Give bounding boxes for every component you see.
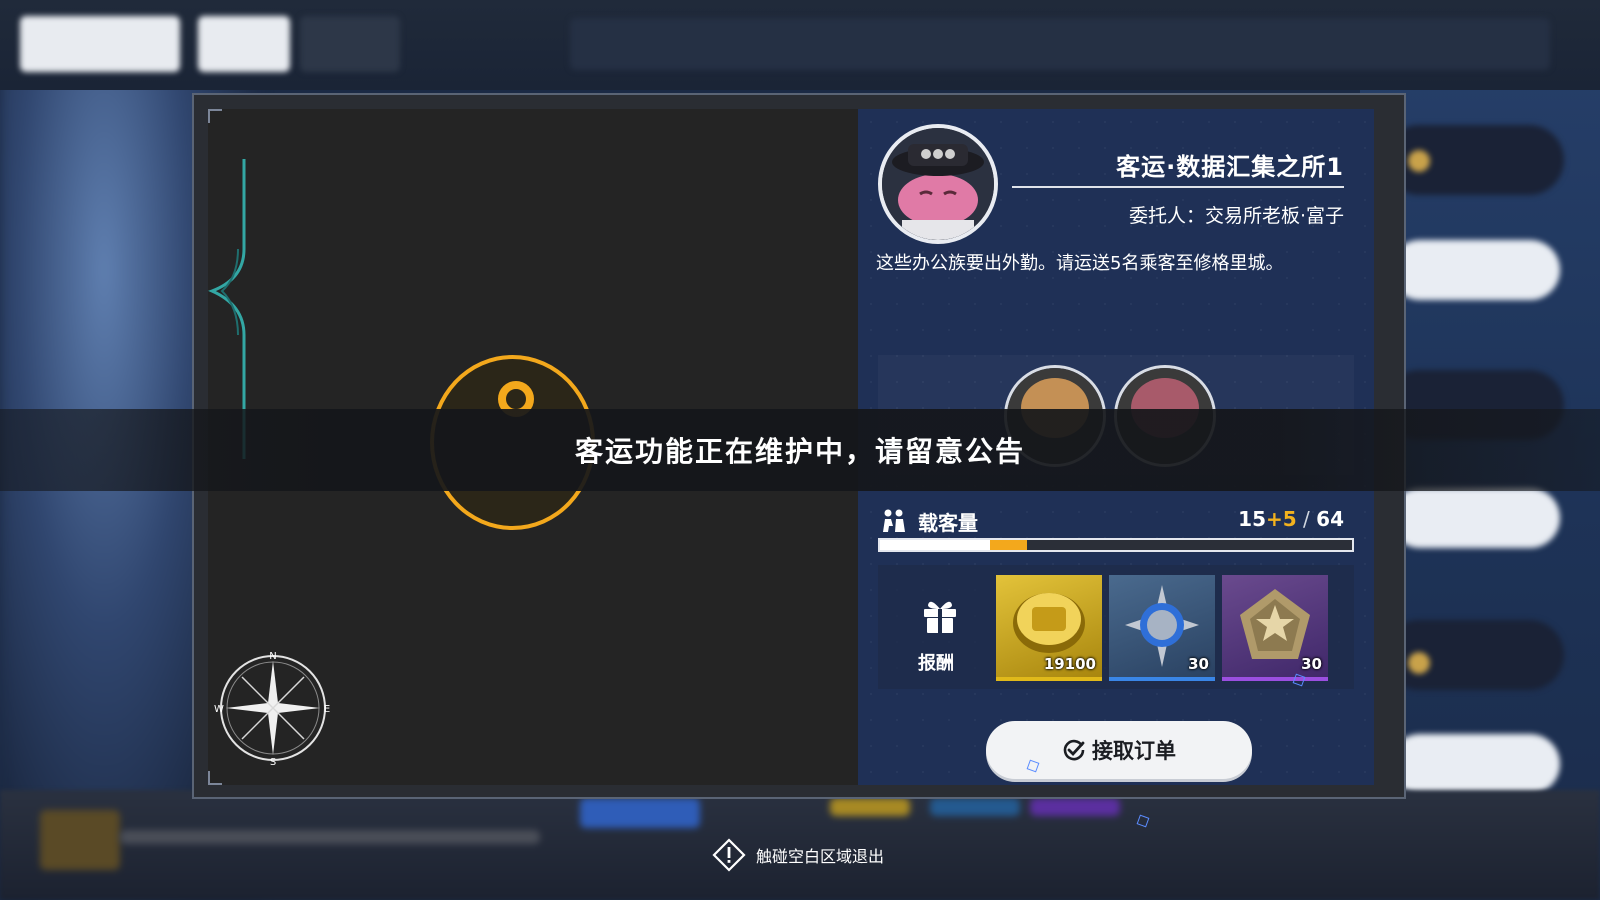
reward-count: 30 <box>1188 655 1209 673</box>
compass-west-label: W <box>214 704 224 715</box>
background-chip <box>930 798 1020 816</box>
background-tab <box>20 16 180 72</box>
reward-count: 30 <box>1301 655 1322 673</box>
compass-north-label: N <box>269 651 276 662</box>
capacity-value: 15+5 / 64 <box>1238 507 1344 531</box>
capacity-separator: / <box>1296 507 1317 531</box>
compass-south-label: S <box>270 757 276 767</box>
warning-diamond-icon <box>712 838 746 872</box>
background-chip <box>830 798 910 816</box>
accept-order-label: 接取订单 <box>1092 739 1176 763</box>
reward-item-gold[interactable]: 19100 <box>996 575 1102 681</box>
background-status-bar <box>570 18 1550 70</box>
background-chip <box>580 798 700 828</box>
capacity-extra: +5 <box>1266 507 1297 531</box>
gift-icon <box>924 601 956 633</box>
capacity-label: 载客量 <box>918 511 978 535</box>
corner-bracket <box>208 771 222 785</box>
maintenance-notice-banner: 客运功能正在维护中，请留意公告 <box>0 409 1600 491</box>
rewards-label: 报酬 <box>918 653 954 674</box>
accept-order-button[interactable]: 接取订单 <box>986 721 1252 779</box>
compass-icon: N S E W <box>214 651 330 767</box>
passengers-icon <box>883 509 905 532</box>
order-description: 这些办公族要出外勤。请运送5名乘客至修格里城。 <box>876 253 1284 274</box>
background-coin-icon <box>1408 150 1430 172</box>
background-order-button <box>1390 734 1560 794</box>
exit-hint-text: 触碰空白区域退出 <box>756 847 885 866</box>
exit-hint[interactable]: 触碰空白区域退出 <box>712 838 884 872</box>
background-order-button <box>1390 240 1560 300</box>
background-top-bar <box>0 0 1600 90</box>
background-text-line <box>120 830 540 844</box>
background-coin-icon <box>1408 652 1430 674</box>
background-tab <box>300 16 400 72</box>
reward-count: 19100 <box>1043 655 1096 673</box>
rewards-area: 报酬 19100 30 30 <box>878 565 1354 689</box>
background-chip <box>1030 798 1120 816</box>
check-circle-icon <box>1063 739 1085 761</box>
capacity-max: 64 <box>1316 507 1344 531</box>
order-title: 客运·数据汇集之所1 <box>1116 153 1344 181</box>
maintenance-notice-text: 客运功能正在维护中，请留意公告 <box>574 435 1025 468</box>
background-thumbnail <box>40 810 120 870</box>
client-avatar <box>878 124 998 244</box>
reward-item-blue[interactable]: 30 <box>1109 575 1215 681</box>
capacity-base: 15 <box>1238 507 1267 531</box>
capacity-bar-base-fill <box>880 540 991 550</box>
corner-bracket <box>208 109 222 123</box>
client-name: 委托人：交易所老板·富子 <box>1128 205 1344 227</box>
capacity-progress-bar <box>878 538 1354 552</box>
compass-east-label: E <box>324 704 330 715</box>
background-tab <box>198 16 290 72</box>
capacity-bar-extra-fill <box>990 540 1028 550</box>
title-divider <box>1012 186 1344 188</box>
reward-item-purple[interactable]: 30 <box>1222 575 1328 681</box>
background-order-button <box>1390 488 1560 548</box>
